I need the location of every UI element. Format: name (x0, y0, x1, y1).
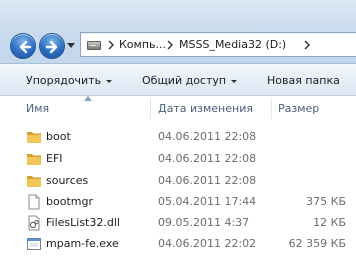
share-label: Общий доступ (142, 74, 227, 87)
organize-label: Упорядочить (26, 74, 102, 87)
file-row[interactable]: sources 04.06.2011 22:08 (0, 171, 356, 191)
column-divider[interactable] (150, 98, 151, 119)
chevron-down-icon (231, 79, 238, 83)
file-row[interactable]: bootmgr 05.04.2011 17:44 375 КБ (0, 192, 356, 212)
file-icon (28, 194, 40, 210)
file-row[interactable]: mpam-fe.exe 04.06.2011 22:02 62 359 КБ (0, 234, 356, 254)
chevron-right-icon[interactable] (166, 40, 174, 50)
chevron-right-icon[interactable] (107, 40, 115, 50)
sort-ascending-icon (84, 96, 92, 101)
file-name: EFI (46, 152, 63, 165)
file-row[interactable]: FilesList32.dll 09.05.2011 4:37 12 КБ (0, 213, 356, 233)
organize-button[interactable]: Упорядочить (26, 74, 113, 87)
file-name: FilesList32.dll (46, 216, 120, 229)
file-size: 375 КБ (306, 195, 346, 208)
recent-pages-dropdown[interactable] (67, 43, 75, 49)
file-date: 04.06.2011 22:08 (158, 174, 257, 187)
file-name: mpam-fe.exe (46, 237, 119, 250)
file-date: 04.06.2011 22:08 (158, 152, 257, 165)
file-date: 04.06.2011 22:02 (158, 237, 257, 250)
navigation-bar: Компь... MSSS_Media32 (D:) (0, 0, 356, 63)
file-row[interactable]: EFI 04.06.2011 22:08 (0, 149, 356, 169)
file-date: 09.05.2011 4:37 (158, 216, 250, 229)
breadcrumb-drive[interactable]: MSSS_Media32 (D:) (179, 38, 286, 51)
forward-button[interactable] (39, 33, 65, 59)
column-date[interactable]: Дата изменения (158, 102, 253, 115)
drive-icon (87, 41, 101, 50)
chevron-right-icon[interactable] (303, 40, 311, 50)
share-button[interactable]: Общий доступ (142, 74, 238, 87)
arrow-right-icon (45, 40, 58, 54)
file-date: 04.06.2011 22:08 (158, 130, 257, 143)
file-name: boot (46, 130, 71, 143)
address-bar[interactable]: Компь... MSSS_Media32 (D:) (80, 32, 356, 57)
folder-icon (27, 154, 41, 165)
file-size: 62 359 КБ (288, 237, 346, 250)
folder-icon (27, 176, 41, 187)
command-bar: Упорядочить Общий доступ Новая папка (0, 63, 356, 96)
back-button[interactable] (10, 33, 36, 59)
chevron-down-icon (106, 79, 113, 83)
folder-icon (27, 132, 41, 143)
dll-file-icon (28, 215, 40, 231)
breadcrumb-computer[interactable]: Компь... (119, 38, 166, 51)
new-folder-button[interactable]: Новая папка (267, 74, 340, 87)
column-name[interactable]: Имя (26, 102, 49, 115)
file-name: sources (46, 174, 89, 187)
file-row[interactable]: boot 04.06.2011 22:08 (0, 127, 356, 147)
column-size[interactable]: Размер (278, 102, 319, 115)
column-header: Имя Дата изменения Размер (0, 96, 356, 121)
column-divider[interactable] (271, 98, 272, 119)
file-date: 05.04.2011 17:44 (158, 195, 257, 208)
file-size: 12 КБ (313, 216, 346, 229)
exe-file-icon (27, 238, 41, 250)
file-name: bootmgr (46, 195, 93, 208)
arrow-left-icon (19, 40, 32, 54)
